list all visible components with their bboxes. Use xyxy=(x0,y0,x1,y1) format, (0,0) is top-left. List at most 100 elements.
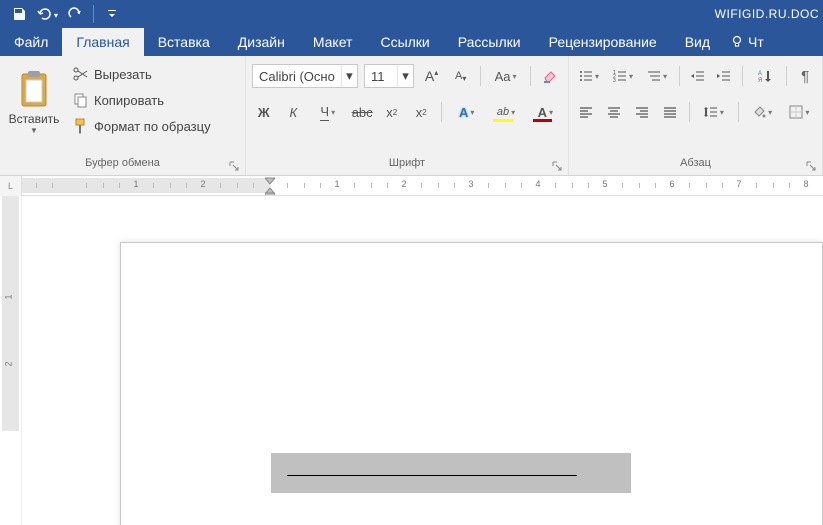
dialog-launcher[interactable] xyxy=(804,159,818,173)
outdent-icon xyxy=(691,69,705,83)
change-case-button[interactable]: Aa▾ xyxy=(489,64,522,88)
separator xyxy=(786,66,787,86)
dialog-launcher[interactable] xyxy=(550,159,564,173)
tab-references[interactable]: Ссылки xyxy=(366,28,443,56)
shading-button[interactable]: ▾ xyxy=(746,100,777,124)
copy-label: Копировать xyxy=(94,93,164,108)
underline-button[interactable]: Ч▾ xyxy=(311,100,344,124)
numbering-icon: 123 xyxy=(613,69,627,83)
bucket-icon xyxy=(752,105,766,119)
chevron-down-icon[interactable]: ▾ xyxy=(397,65,413,87)
scissors-icon xyxy=(72,66,88,82)
increase-indent-button[interactable] xyxy=(714,64,734,88)
tab-view[interactable]: Вид xyxy=(671,28,724,56)
font-size-combo[interactable]: 11 ▾ xyxy=(364,64,414,88)
group-label: Буфер обмена xyxy=(0,155,245,175)
separator xyxy=(738,102,739,122)
subscript-button[interactable]: x2 xyxy=(380,100,404,124)
tell-me[interactable]: Чт xyxy=(724,28,770,56)
sort-icon: AЯ xyxy=(757,69,771,83)
clipboard-icon xyxy=(18,70,50,108)
tab-review[interactable]: Рецензирование xyxy=(535,28,671,56)
ruler-bar: L 2112345678 xyxy=(0,176,823,196)
chevron-down-icon xyxy=(52,5,58,23)
group-paragraph: ▾ 123▾ ▾ AЯ ¶ ▾ xyxy=(569,56,823,175)
tab-file[interactable]: Файл xyxy=(0,28,62,56)
cut-label: Вырезать xyxy=(94,67,152,82)
highlight-button[interactable]: ab ▾ xyxy=(489,100,522,124)
tab-label: Файл xyxy=(14,34,48,50)
borders-button[interactable]: ▾ xyxy=(784,100,815,124)
customize-qat-button[interactable] xyxy=(99,2,125,26)
align-right-button[interactable] xyxy=(631,100,653,124)
separator xyxy=(93,5,94,23)
paste-button[interactable]: Вставить ▼ xyxy=(6,60,62,144)
tab-mailings[interactable]: Рассылки xyxy=(444,28,535,56)
format-painter-button[interactable]: Формат по образцу xyxy=(66,114,217,138)
undo-button[interactable] xyxy=(34,2,60,26)
align-center-button[interactable] xyxy=(603,100,625,124)
justify-button[interactable] xyxy=(659,100,681,124)
tab-insert[interactable]: Вставка xyxy=(144,28,224,56)
separator xyxy=(441,102,442,122)
tab-layout[interactable]: Макет xyxy=(299,28,367,56)
align-center-icon xyxy=(607,105,621,119)
italic-button[interactable]: К xyxy=(282,100,306,124)
save-button[interactable] xyxy=(6,2,32,26)
decrease-indent-button[interactable] xyxy=(688,64,708,88)
vertical-ruler[interactable]: 21 xyxy=(0,196,22,525)
align-left-button[interactable] xyxy=(575,100,597,124)
indent-markers[interactable] xyxy=(265,176,275,195)
justify-icon xyxy=(663,105,677,119)
dialog-launcher[interactable] xyxy=(227,159,241,173)
cut-button[interactable]: Вырезать xyxy=(66,62,217,86)
multilevel-list-button[interactable]: ▾ xyxy=(643,64,671,88)
text-selection xyxy=(271,453,631,493)
ribbon: Вставить ▼ Вырезать Копировать Формат по… xyxy=(0,56,823,176)
font-size-value: 11 xyxy=(365,69,397,84)
eraser-icon xyxy=(542,68,558,84)
svg-text:Я: Я xyxy=(758,78,762,83)
highlight-color-bar xyxy=(493,119,512,122)
redo-button[interactable] xyxy=(62,2,88,26)
undo-icon xyxy=(36,7,52,21)
text-effects-button[interactable]: A▾ xyxy=(450,100,483,124)
tab-design[interactable]: Дизайн xyxy=(224,28,299,56)
align-right-icon xyxy=(635,105,649,119)
document-area: 21 xyxy=(0,196,823,525)
separator xyxy=(742,66,743,86)
tab-home[interactable]: Главная xyxy=(62,28,143,56)
bulb-icon xyxy=(730,35,744,49)
horizontal-ruler[interactable]: 2112345678 xyxy=(22,176,823,195)
sort-button[interactable]: AЯ xyxy=(750,64,778,88)
font-name-combo[interactable]: Calibri (Осно ▾ xyxy=(252,64,358,88)
page[interactable] xyxy=(120,242,823,525)
pilcrow-icon: ¶ xyxy=(801,68,809,85)
shrink-font-button[interactable]: A▾ xyxy=(449,64,472,88)
superscript-button[interactable]: x2 xyxy=(409,100,433,124)
chevron-down-icon: ▼ xyxy=(30,126,38,135)
copy-button[interactable]: Копировать xyxy=(66,88,217,112)
tab-label: Вид xyxy=(685,34,710,50)
show-marks-button[interactable]: ¶ xyxy=(795,64,815,88)
separator xyxy=(530,66,531,86)
clear-formatting-button[interactable] xyxy=(539,64,562,88)
svg-text:3: 3 xyxy=(613,78,616,83)
chevron-down-icon[interactable]: ▾ xyxy=(341,65,357,87)
chevron-down-icon xyxy=(107,9,117,19)
numbering-button[interactable]: 123▾ xyxy=(609,64,637,88)
bullets-button[interactable]: ▾ xyxy=(575,64,603,88)
bold-button[interactable]: Ж xyxy=(252,100,276,124)
font-color-button[interactable]: A ▾ xyxy=(529,100,562,124)
group-label: Шрифт xyxy=(246,155,568,175)
tab-label: Макет xyxy=(313,34,353,50)
multilevel-icon xyxy=(647,69,661,83)
redo-icon xyxy=(68,7,82,21)
separator xyxy=(689,102,690,122)
line-spacing-button[interactable]: ▾ xyxy=(698,100,729,124)
tab-label: Ссылки xyxy=(380,34,429,50)
strike-button[interactable]: abc xyxy=(350,100,374,124)
tab-label: Дизайн xyxy=(238,34,285,50)
grow-font-button[interactable]: A▴ xyxy=(420,64,443,88)
tab-selector[interactable]: L xyxy=(0,176,22,196)
